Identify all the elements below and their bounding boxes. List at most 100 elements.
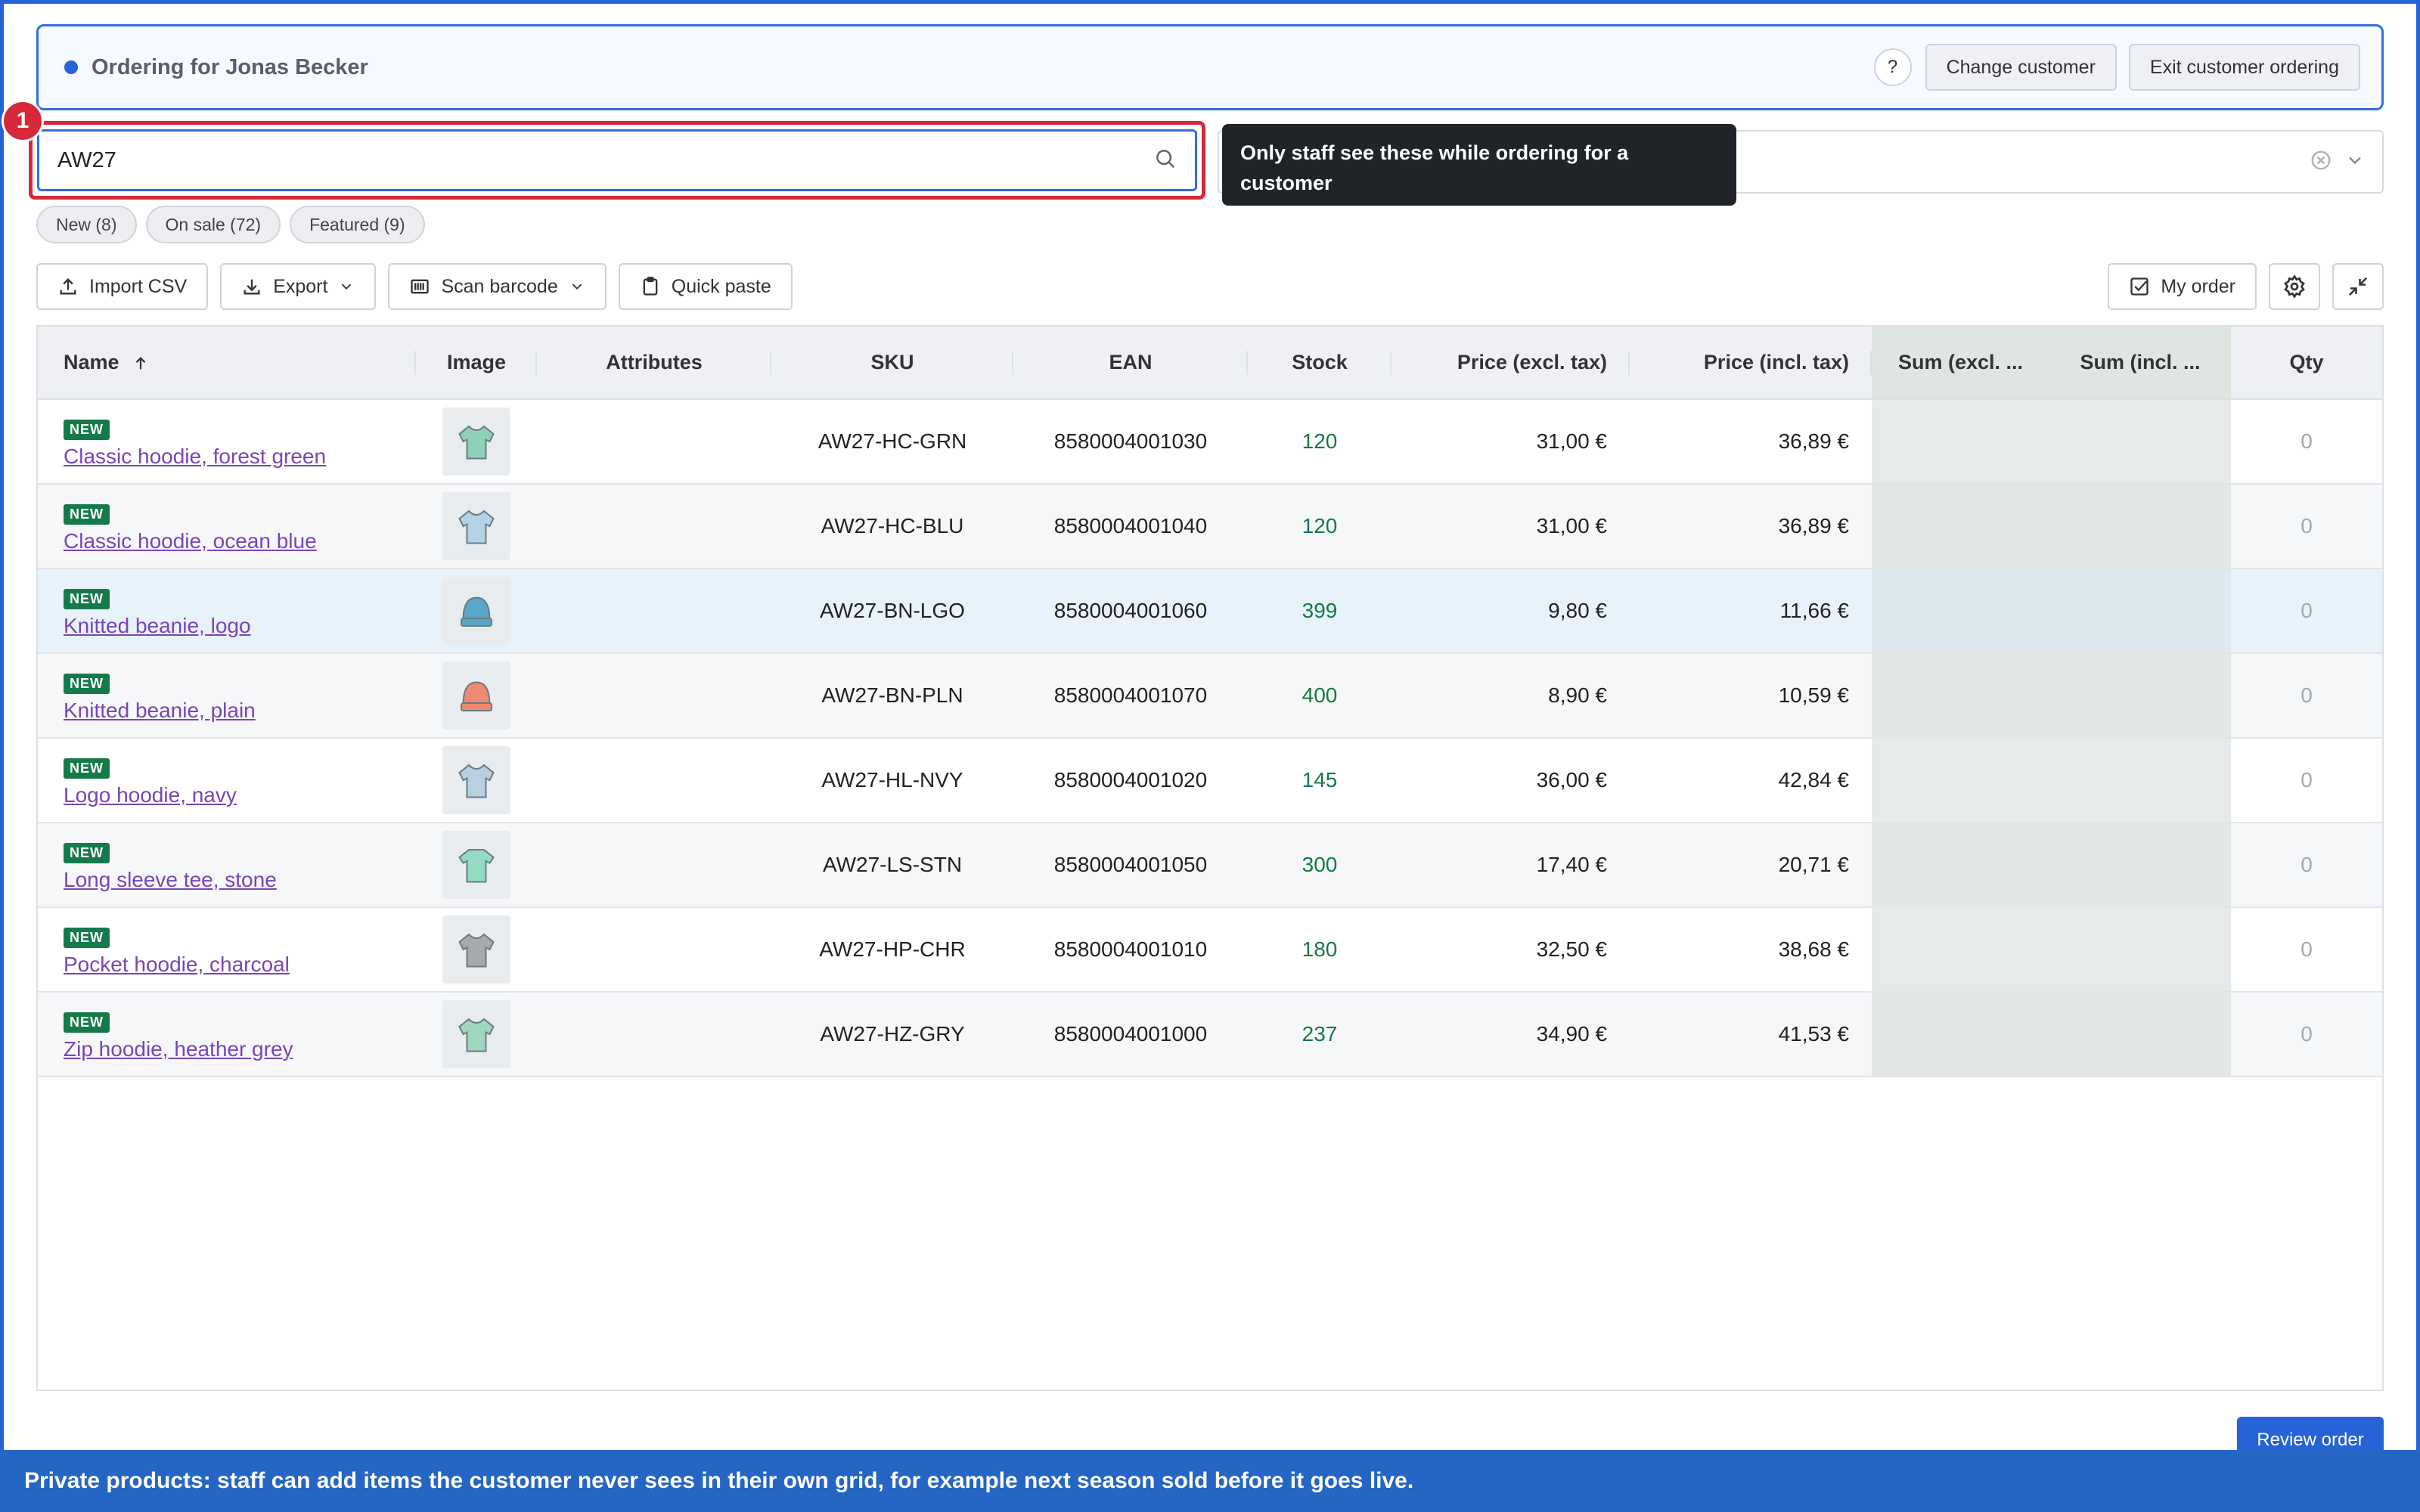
sum-incl-cell — [2049, 738, 2231, 823]
my-order-label: My order — [2161, 275, 2235, 297]
product-thumbnail[interactable] — [442, 1000, 510, 1068]
qty-input[interactable]: 0 — [2231, 399, 2382, 485]
product-thumbnail[interactable] — [442, 916, 510, 984]
product-name-link[interactable]: Long sleeve tee, stone — [64, 868, 416, 892]
sum-excl-cell — [1872, 569, 2049, 654]
attributes-cell — [537, 399, 771, 485]
help-button[interactable]: ? — [1873, 48, 1912, 86]
quick-paste-button[interactable]: Quick paste — [618, 263, 793, 310]
ean-cell: 8580004001060 — [1013, 569, 1248, 654]
chevron-down-icon — [572, 284, 582, 290]
upload-icon — [60, 278, 76, 295]
sum-incl-cell — [2049, 823, 2231, 908]
attributes-cell — [537, 484, 771, 569]
table-row[interactable]: NEW Logo hoodie, navy AW27-HL-NVY 858000400… — [38, 738, 2382, 823]
table-row[interactable]: NEW Long sleeve tee, stone AW27-LS-STN 8580… — [38, 823, 2382, 908]
column-name[interactable]: Name — [38, 327, 416, 400]
exit-customer-ordering-button[interactable]: Exit customer ordering — [2128, 44, 2360, 91]
chip-featured[interactable]: Featured (9) — [290, 206, 425, 243]
product-thumbnail[interactable] — [442, 492, 510, 560]
name-cell: NEW Classic hoodie, forest green — [38, 399, 416, 485]
filter-chips: New (8) On sale (72) Featured (9) — [36, 206, 425, 243]
qty-input[interactable]: 0 — [2231, 738, 2382, 823]
product-name-link[interactable]: Classic hoodie, forest green — [64, 445, 416, 469]
settings-button[interactable] — [2269, 263, 2320, 310]
sum-incl-cell — [2049, 907, 2231, 993]
clipboard-icon — [643, 277, 658, 296]
sku-cell: AW27-HL-NVY — [771, 738, 1013, 823]
image-cell — [416, 653, 537, 739]
sku-cell: AW27-HP-CHR — [771, 907, 1013, 993]
column-qty[interactable]: Qty — [2231, 327, 2382, 400]
column-price-incl[interactable]: Price (incl. tax) — [1630, 327, 1872, 400]
table-row[interactable]: NEW Knitted beanie, logo AW27-BN-LGO 858000… — [38, 569, 2382, 654]
chip-on-sale[interactable]: On sale (72) — [145, 206, 281, 243]
product-table: Name Image Attributes SKU EAN Stock Pric… — [38, 327, 2382, 1077]
column-sum-incl[interactable]: Sum (incl. ... — [2049, 327, 2231, 400]
sku-cell: AW27-HC-BLU — [771, 484, 1013, 569]
product-name-link[interactable]: Zip hoodie, heather grey — [64, 1037, 416, 1061]
staff-tooltip: Only staff see these while ordering for … — [1222, 124, 1736, 206]
attributes-cell — [537, 907, 771, 993]
name-cell: NEW Logo hoodie, navy — [38, 738, 416, 823]
column-image[interactable]: Image — [416, 327, 537, 400]
ean-cell: 8580004001000 — [1013, 992, 1248, 1077]
qty-input[interactable]: 0 — [2231, 484, 2382, 569]
banner-title: Ordering for Jonas Becker — [92, 54, 368, 79]
qty-input[interactable]: 0 — [2231, 992, 2382, 1077]
price-incl-cell: 11,66 € — [1630, 569, 1872, 654]
product-thumbnail[interactable] — [442, 831, 510, 899]
name-cell: NEW Knitted beanie, logo — [38, 569, 416, 654]
column-sum-excl[interactable]: Sum (excl. ... — [1872, 327, 2049, 400]
product-thumbnail[interactable] — [442, 662, 510, 730]
image-cell — [416, 992, 537, 1077]
sort-ascending-icon — [135, 356, 146, 370]
sku-cell: AW27-BN-LGO — [771, 569, 1013, 654]
qty-input[interactable]: 0 — [2231, 823, 2382, 908]
product-name-link[interactable]: Knitted beanie, logo — [64, 614, 416, 638]
column-attributes[interactable]: Attributes — [537, 327, 771, 400]
product-name-link[interactable]: Logo hoodie, navy — [64, 783, 416, 807]
qty-input[interactable]: 0 — [2231, 569, 2382, 654]
status-dot — [64, 60, 78, 74]
price-incl-cell: 42,84 € — [1630, 738, 1872, 823]
chevron-down-icon[interactable] — [2344, 150, 2366, 175]
column-price-excl[interactable]: Price (excl. tax) — [1392, 327, 1630, 400]
qty-input[interactable]: 0 — [2231, 653, 2382, 739]
qty-input[interactable]: 0 — [2231, 907, 2382, 993]
table-row[interactable]: NEW Pocket hoodie, charcoal AW27-HP-CHR 858… — [38, 907, 2382, 993]
product-name-link[interactable]: Knitted beanie, plain — [64, 699, 416, 723]
search-input[interactable]: AW27 — [37, 129, 1197, 191]
product-name-link[interactable]: Classic hoodie, ocean blue — [64, 529, 416, 553]
checkbox-icon — [2130, 277, 2149, 296]
table-row[interactable]: NEW Classic hoodie, forest green AW27-HC-G… — [38, 399, 2382, 485]
price-incl-cell: 38,68 € — [1630, 907, 1872, 993]
chip-new[interactable]: New (8) — [36, 206, 137, 243]
beanie-icon — [461, 596, 492, 627]
table-row[interactable]: NEW Zip hoodie, heather grey AW27-HZ-GRY 85… — [38, 992, 2382, 1077]
column-ean[interactable]: EAN — [1013, 327, 1248, 400]
sum-incl-cell — [2049, 653, 2231, 739]
table-row[interactable]: NEW Knitted beanie, plain AW27-BN-PLN 85800… — [38, 653, 2382, 739]
clear-icon[interactable] — [2310, 149, 2332, 175]
product-name-link[interactable]: Pocket hoodie, charcoal — [64, 953, 416, 977]
product-thumbnail[interactable] — [442, 407, 510, 476]
export-button[interactable]: Export — [220, 263, 377, 310]
product-thumbnail[interactable] — [442, 577, 510, 645]
table-row[interactable]: NEW Classic hoodie, ocean blue AW27-HC-BLU… — [38, 484, 2382, 569]
export-label: Export — [273, 275, 328, 297]
new-badge: NEW — [64, 673, 110, 694]
product-thumbnail[interactable] — [442, 746, 510, 814]
column-sku[interactable]: SKU — [771, 327, 1013, 400]
search-icon[interactable] — [1154, 147, 1177, 174]
collapse-button[interactable] — [2332, 263, 2384, 310]
price-incl-cell: 36,89 € — [1630, 484, 1872, 569]
scan-barcode-button[interactable]: Scan barcode — [388, 263, 607, 310]
column-stock[interactable]: Stock — [1248, 327, 1392, 400]
hoodie-icon — [458, 1018, 495, 1052]
import-csv-button[interactable]: Import CSV — [36, 263, 209, 310]
my-order-button[interactable]: My order — [2108, 263, 2257, 310]
hoodie-icon — [458, 933, 495, 968]
change-customer-button[interactable]: Change customer — [1925, 44, 2117, 91]
attributes-cell — [537, 992, 771, 1077]
